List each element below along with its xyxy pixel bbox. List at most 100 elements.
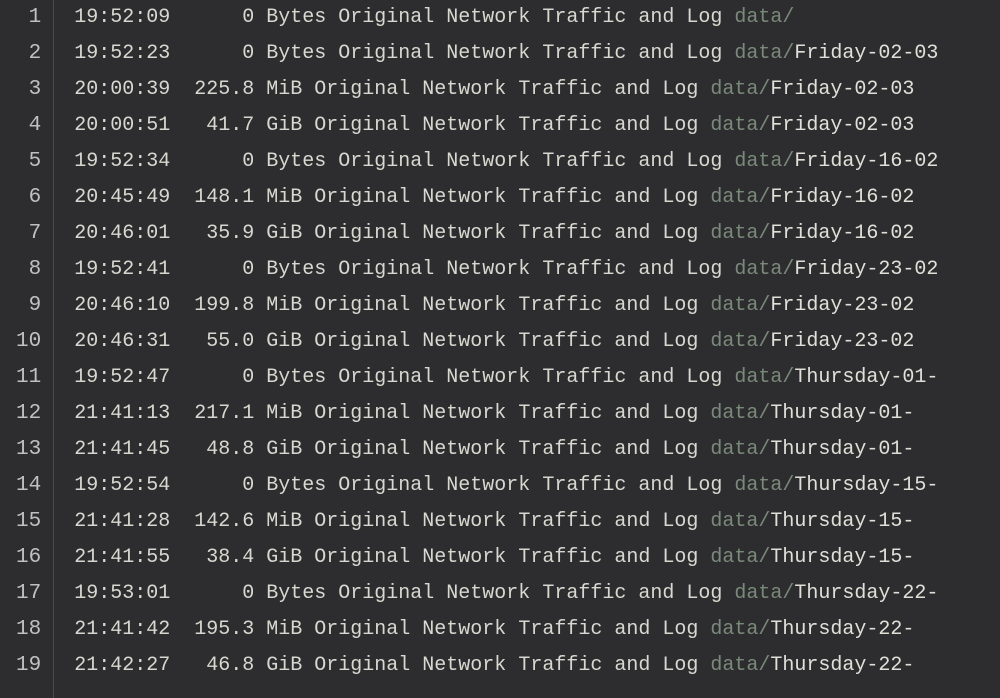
file-size: 0 Bytes <box>170 42 326 65</box>
file-size: 0 Bytes <box>170 6 326 29</box>
path-name: Thursday-15- <box>770 510 914 533</box>
description-text: Original Network Traffic and Log <box>338 258 734 281</box>
file-size: 0 Bytes <box>170 258 326 281</box>
log-line[interactable]: 21:41:28 142.6 MiB Original Network Traf… <box>54 504 1000 540</box>
line-number: 5 <box>0 144 45 180</box>
log-line[interactable]: 21:41:13 217.1 MiB Original Network Traf… <box>54 396 1000 432</box>
line-number: 2 <box>0 36 45 72</box>
description-text: Original Network Traffic and Log <box>314 618 710 641</box>
line-number: 4 <box>0 108 45 144</box>
file-size: 46.8 GiB <box>170 654 302 677</box>
file-size: 48.8 GiB <box>170 438 302 461</box>
path-prefix: data/ <box>710 114 770 137</box>
description-text: Original Network Traffic and Log <box>314 402 710 425</box>
log-line[interactable]: 19:52:34 0 Bytes Original Network Traffi… <box>54 144 1000 180</box>
description-text: Original Network Traffic and Log <box>338 366 734 389</box>
path-name: Thursday-22- <box>794 582 938 605</box>
log-line[interactable]: 19:52:41 0 Bytes Original Network Traffi… <box>54 252 1000 288</box>
log-line[interactable]: 20:00:51 41.7 GiB Original Network Traff… <box>54 108 1000 144</box>
log-line[interactable]: 19:52:23 0 Bytes Original Network Traffi… <box>54 36 1000 72</box>
file-size: 41.7 GiB <box>170 114 302 137</box>
path-name: Thursday-01- <box>794 366 938 389</box>
path-prefix: data/ <box>734 474 794 497</box>
log-line[interactable]: 20:00:39 225.8 MiB Original Network Traf… <box>54 72 1000 108</box>
line-number: 10 <box>0 324 45 360</box>
log-line[interactable]: 21:42:27 46.8 GiB Original Network Traff… <box>54 648 1000 684</box>
path-name: Thursday-22- <box>770 654 914 677</box>
path-prefix: data/ <box>710 510 770 533</box>
line-number: 16 <box>0 540 45 576</box>
line-number: 12 <box>0 396 45 432</box>
timestamp: 20:46:31 <box>74 330 170 353</box>
log-line[interactable]: 19:52:54 0 Bytes Original Network Traffi… <box>54 468 1000 504</box>
description-text: Original Network Traffic and Log <box>314 222 710 245</box>
log-line[interactable]: 20:46:31 55.0 GiB Original Network Traff… <box>54 324 1000 360</box>
log-line[interactable]: 19:53:01 0 Bytes Original Network Traffi… <box>54 576 1000 612</box>
line-number: 14 <box>0 468 45 504</box>
description-text: Original Network Traffic and Log <box>314 438 710 461</box>
editor-content[interactable]: 19:52:09 0 Bytes Original Network Traffi… <box>54 0 1000 698</box>
timestamp: 21:42:27 <box>74 654 170 677</box>
line-number-gutter: 1 2 3 4 5 6 7 8 9 10 11 12 13 14 15 16 1… <box>0 0 54 698</box>
timestamp: 19:52:34 <box>74 150 170 173</box>
log-line[interactable]: 21:41:55 38.4 GiB Original Network Traff… <box>54 540 1000 576</box>
line-number: 17 <box>0 576 45 612</box>
path-prefix: data/ <box>710 618 770 641</box>
log-line[interactable]: 20:46:01 35.9 GiB Original Network Traff… <box>54 216 1000 252</box>
timestamp: 21:41:28 <box>74 510 170 533</box>
path-prefix: data/ <box>734 582 794 605</box>
path-name: Friday-23-02 <box>794 258 938 281</box>
description-text: Original Network Traffic and Log <box>314 330 710 353</box>
path-prefix: data/ <box>734 150 794 173</box>
line-number: 9 <box>0 288 45 324</box>
file-size: 0 Bytes <box>170 150 326 173</box>
timestamp: 19:52:09 <box>74 6 170 29</box>
path-prefix: data/ <box>734 258 794 281</box>
timestamp: 20:46:10 <box>74 294 170 317</box>
path-name: Friday-02-03 <box>794 42 938 65</box>
line-number: 3 <box>0 72 45 108</box>
file-size: 0 Bytes <box>170 474 326 497</box>
line-number: 19 <box>0 648 45 684</box>
timestamp: 20:00:39 <box>74 78 170 101</box>
line-number: 1 <box>0 0 45 36</box>
description-text: Original Network Traffic and Log <box>314 114 710 137</box>
log-line[interactable]: 19:52:09 0 Bytes Original Network Traffi… <box>54 0 1000 36</box>
file-size: 38.4 GiB <box>170 546 302 569</box>
line-number: 8 <box>0 252 45 288</box>
path-prefix: data/ <box>710 546 770 569</box>
line-number: 15 <box>0 504 45 540</box>
description-text: Original Network Traffic and Log <box>314 78 710 101</box>
timestamp: 21:41:55 <box>74 546 170 569</box>
timestamp: 20:00:51 <box>74 114 170 137</box>
path-name: Thursday-01- <box>770 402 914 425</box>
timestamp: 20:46:01 <box>74 222 170 245</box>
file-size: 195.3 MiB <box>170 618 302 641</box>
file-size: 0 Bytes <box>170 582 326 605</box>
path-name: Thursday-15- <box>770 546 914 569</box>
path-prefix: data/ <box>710 294 770 317</box>
log-line[interactable]: 20:45:49 148.1 MiB Original Network Traf… <box>54 180 1000 216</box>
timestamp: 21:41:42 <box>74 618 170 641</box>
description-text: Original Network Traffic and Log <box>338 6 734 29</box>
timestamp: 19:52:54 <box>74 474 170 497</box>
path-prefix: data/ <box>710 654 770 677</box>
log-line[interactable]: 19:52:47 0 Bytes Original Network Traffi… <box>54 360 1000 396</box>
description-text: Original Network Traffic and Log <box>338 582 734 605</box>
description-text: Original Network Traffic and Log <box>338 150 734 173</box>
path-prefix: data/ <box>710 438 770 461</box>
description-text: Original Network Traffic and Log <box>314 654 710 677</box>
path-name: Friday-23-02 <box>770 330 914 353</box>
timestamp: 19:52:23 <box>74 42 170 65</box>
log-line[interactable]: 21:41:45 48.8 GiB Original Network Traff… <box>54 432 1000 468</box>
log-line[interactable]: 21:41:42 195.3 MiB Original Network Traf… <box>54 612 1000 648</box>
path-name: Friday-16-02 <box>770 222 914 245</box>
file-size: 148.1 MiB <box>170 186 302 209</box>
log-line[interactable]: 20:46:10 199.8 MiB Original Network Traf… <box>54 288 1000 324</box>
file-size: 217.1 MiB <box>170 402 302 425</box>
code-editor[interactable]: 1 2 3 4 5 6 7 8 9 10 11 12 13 14 15 16 1… <box>0 0 1000 698</box>
description-text: Original Network Traffic and Log <box>314 186 710 209</box>
path-name: Friday-23-02 <box>770 294 914 317</box>
path-name: Thursday-22- <box>770 618 914 641</box>
path-prefix: data/ <box>710 222 770 245</box>
